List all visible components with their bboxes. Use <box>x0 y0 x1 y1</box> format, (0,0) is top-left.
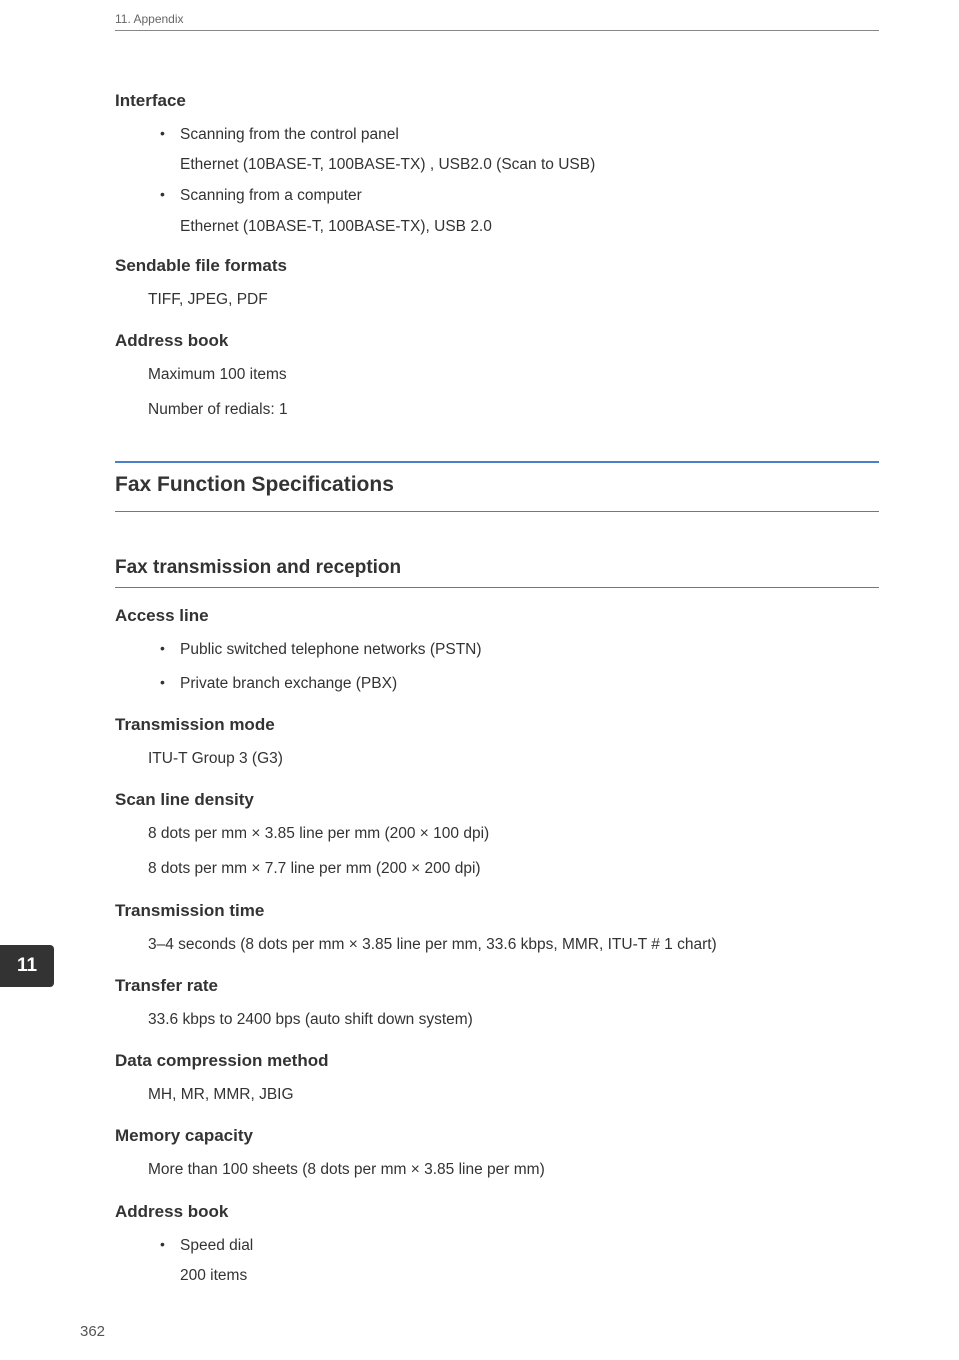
memory-capacity-section: Memory capacity More than 100 sheets (8 … <box>115 1126 879 1181</box>
bullet-detail: 200 items <box>180 1267 879 1285</box>
interface-heading: Interface <box>115 91 879 111</box>
sendable-formats-heading: Sendable file formats <box>115 256 879 276</box>
list-item: • Scanning from the control panel Ethern… <box>180 123 879 174</box>
data-compression-section: Data compression method MH, MR, MMR, JBI… <box>115 1051 879 1106</box>
transfer-rate-section: Transfer rate 33.6 kbps to 2400 bps (aut… <box>115 976 879 1031</box>
transmission-time-section: Transmission time 3–4 seconds (8 dots pe… <box>115 901 879 956</box>
data-compression-heading: Data compression method <box>115 1051 879 1071</box>
scan-line-density-line2: 8 dots per mm × 7.7 line per mm (200 × 2… <box>148 857 879 880</box>
sendable-formats-section: Sendable file formats TIFF, JPEG, PDF <box>115 256 879 311</box>
header-breadcrumb: 11. Appendix <box>115 12 879 31</box>
memory-capacity-heading: Memory capacity <box>115 1126 879 1146</box>
scan-line-density-line1: 8 dots per mm × 3.85 line per mm (200 × … <box>148 822 879 845</box>
transmission-time-value: 3–4 seconds (8 dots per mm × 3.85 line p… <box>148 933 879 956</box>
list-item: • Scanning from a computer Ethernet (10B… <box>180 184 879 235</box>
sendable-formats-value: TIFF, JPEG, PDF <box>148 288 879 311</box>
access-line-section: Access line • Public switched telephone … <box>115 606 879 695</box>
address-book-1-heading: Address book <box>115 331 879 351</box>
data-compression-value: MH, MR, MMR, JBIG <box>148 1083 879 1106</box>
scan-line-density-section: Scan line density 8 dots per mm × 3.85 l… <box>115 790 879 881</box>
address-book-1-section: Address book Maximum 100 items Number of… <box>115 331 879 422</box>
bullet-icon: • <box>160 1236 165 1252</box>
bullet-detail: Ethernet (10BASE-T, 100BASE-TX), USB 2.0 <box>180 218 879 236</box>
chapter-tab: 11 <box>0 945 54 987</box>
interface-list: • Scanning from the control panel Ethern… <box>180 123 879 236</box>
page-content: 11. Appendix Interface • Scanning from t… <box>0 0 959 1325</box>
page-number: 362 <box>80 1323 105 1340</box>
interface-section: Interface • Scanning from the control pa… <box>115 91 879 236</box>
bullet-icon: • <box>160 640 165 656</box>
bullet-detail: Ethernet (10BASE-T, 100BASE-TX) , USB2.0… <box>180 156 879 174</box>
transmission-mode-value: ITU-T Group 3 (G3) <box>148 747 879 770</box>
bullet-icon: • <box>160 186 165 202</box>
bullet-title: Speed dial <box>180 1234 879 1257</box>
bullet-title: Public switched telephone networks (PSTN… <box>180 638 879 661</box>
address-book-1-line1: Maximum 100 items <box>148 363 879 386</box>
address-book-1-line2: Number of redials: 1 <box>148 398 879 421</box>
transfer-rate-heading: Transfer rate <box>115 976 879 996</box>
address-book-2-list: • Speed dial 200 items <box>180 1234 879 1285</box>
memory-capacity-value: More than 100 sheets (8 dots per mm × 3.… <box>148 1158 879 1181</box>
bullet-icon: • <box>160 674 165 690</box>
scan-line-density-heading: Scan line density <box>115 790 879 810</box>
bullet-icon: • <box>160 125 165 141</box>
transmission-time-heading: Transmission time <box>115 901 879 921</box>
fax-trans-reception-heading: Fax transmission and reception <box>115 557 879 588</box>
bullet-title: Private branch exchange (PBX) <box>180 672 879 695</box>
access-line-list: • Public switched telephone networks (PS… <box>180 638 879 695</box>
transmission-mode-section: Transmission mode ITU-T Group 3 (G3) <box>115 715 879 770</box>
fax-specs-heading: Fax Function Specifications <box>115 461 879 512</box>
transfer-rate-value: 33.6 kbps to 2400 bps (auto shift down s… <box>148 1008 879 1031</box>
bullet-title: Scanning from a computer <box>180 184 879 207</box>
bullet-title: Scanning from the control panel <box>180 123 879 146</box>
list-item: • Private branch exchange (PBX) <box>180 672 879 695</box>
transmission-mode-heading: Transmission mode <box>115 715 879 735</box>
address-book-2-section: Address book • Speed dial 200 items <box>115 1202 879 1285</box>
list-item: • Public switched telephone networks (PS… <box>180 638 879 661</box>
list-item: • Speed dial 200 items <box>180 1234 879 1285</box>
access-line-heading: Access line <box>115 606 879 626</box>
address-book-2-heading: Address book <box>115 1202 879 1222</box>
